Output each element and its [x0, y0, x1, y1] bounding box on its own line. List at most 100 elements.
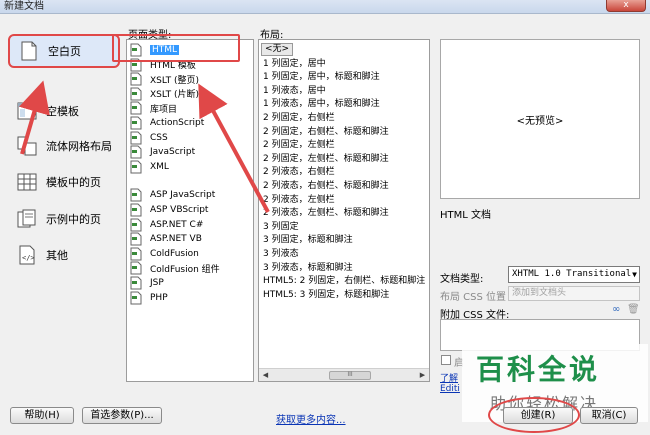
- category-label: 空模板: [46, 105, 79, 118]
- page-type-item[interactable]: XML: [129, 160, 169, 174]
- page-type-item[interactable]: XSLT (片断): [129, 87, 199, 101]
- document-icon: [129, 145, 143, 159]
- layout-item[interactable]: 2 列固定，右侧栏: [263, 111, 335, 125]
- document-icon: [129, 261, 143, 275]
- page-type-item[interactable]: ASP JavaScript: [129, 188, 215, 202]
- preview-caption: HTML 文档: [440, 210, 492, 221]
- category-label: 其他: [46, 249, 68, 262]
- new-document-dialog: 空白页 空模板 流体网格布局 模板中的页 示例中的页 </> 其他 页面类型: …: [0, 14, 650, 435]
- category-other[interactable]: </> 其他: [8, 238, 120, 272]
- page-type-label: ASP.NET C#: [150, 219, 204, 230]
- layout-item[interactable]: 3 列液态: [263, 247, 299, 261]
- layout-item[interactable]: <无>: [261, 43, 294, 56]
- horizontal-scrollbar[interactable]: ◀ III ▶: [259, 368, 429, 381]
- other-icon: </>: [16, 244, 38, 266]
- blank-template-icon: [16, 100, 38, 122]
- title-bar: 新建文档 x: [0, 0, 650, 14]
- html-highlight-annotation: [112, 34, 240, 62]
- page-type-item[interactable]: ColdFusion: [129, 247, 199, 261]
- layout-list[interactable]: HTML5: 3 列固定，标题和脚注 HTML5: 2 列固定，右侧栏、标题和脚注…: [258, 39, 430, 382]
- layout-item[interactable]: 3 列液态，标题和脚注: [263, 261, 353, 275]
- category-label: 空白页: [48, 45, 81, 58]
- page-type-label: PHP: [150, 292, 168, 303]
- enable-checkbox[interactable]: [441, 355, 451, 365]
- page-type-label: ASP JavaScript: [150, 190, 216, 201]
- trash-icon[interactable]: 🗑: [627, 304, 640, 315]
- page-type-item[interactable]: PHP: [129, 291, 168, 305]
- layout-css-label: 布局 CSS 位置: [440, 292, 507, 303]
- page-type-label: ASP.NET VB: [150, 234, 202, 245]
- category-blank-page[interactable]: 空白页: [8, 34, 120, 68]
- scroll-right-icon[interactable]: ▶: [417, 370, 428, 381]
- document-icon: [129, 101, 143, 115]
- layout-item[interactable]: 2 列液态，右侧栏: [263, 165, 335, 179]
- document-icon: [129, 87, 143, 101]
- get-more-content-link[interactable]: 获取更多内容...: [276, 411, 346, 426]
- page-from-template-icon: [16, 171, 38, 193]
- category-label: 示例中的页: [46, 213, 101, 226]
- help-button[interactable]: 帮助(H): [10, 407, 74, 424]
- page-type-item[interactable]: ASP.NET C#: [129, 218, 203, 232]
- layout-item[interactable]: 2 列液态，左侧栏、标题和脚注: [263, 206, 389, 220]
- page-type-label: CSS: [150, 132, 168, 143]
- category-page-from-sample[interactable]: 示例中的页: [8, 202, 120, 236]
- no-preview-text: <无预览>: [516, 115, 564, 127]
- category-blank-template[interactable]: 空模板: [8, 94, 120, 128]
- page-type-item[interactable]: JSP: [129, 276, 164, 290]
- preview-panel: <无预览>: [440, 39, 640, 199]
- document-icon: [129, 291, 143, 305]
- category-page-from-template[interactable]: 模板中的页: [8, 165, 120, 199]
- document-icon: [129, 188, 143, 202]
- page-type-label: ColdFusion: [150, 248, 199, 259]
- page-type-item[interactable]: JavaScript: [129, 145, 195, 159]
- document-icon: [129, 276, 143, 290]
- create-highlight-annotation: [488, 397, 580, 433]
- page-type-label: XML: [150, 161, 169, 172]
- page-type-item[interactable]: ASP.NET VB: [129, 232, 202, 246]
- cancel-button[interactable]: 取消(C): [580, 407, 638, 424]
- layout-item[interactable]: 2 列固定，左侧栏、标题和脚注: [263, 152, 389, 166]
- layout-css-select[interactable]: 添加到文档头: [508, 286, 640, 301]
- close-button[interactable]: x: [606, 0, 646, 12]
- scroll-left-icon[interactable]: ◀: [260, 370, 271, 381]
- page-type-item[interactable]: ColdFusion 组件: [129, 261, 220, 275]
- document-icon: [129, 116, 143, 130]
- layout-item[interactable]: 1 列液态，居中: [263, 84, 326, 98]
- layout-item[interactable]: 1 列固定，居中: [263, 57, 326, 71]
- page-type-label: ASP VBScript: [150, 205, 209, 215]
- category-fluid-grid[interactable]: 流体网格布局: [8, 129, 120, 163]
- document-icon: [129, 160, 143, 174]
- page-type-item[interactable]: ActionScript: [129, 116, 204, 130]
- svg-text:</>: </>: [22, 254, 35, 262]
- preferences-button[interactable]: 首选参数(P)...: [82, 407, 162, 424]
- layout-item[interactable]: 2 列液态，右侧栏、标题和脚注: [263, 179, 389, 193]
- layout-item[interactable]: 1 列固定，居中，标题和脚注: [263, 70, 380, 84]
- document-icon: [129, 247, 143, 261]
- attach-link-icon[interactable]: ∞: [612, 304, 620, 315]
- layout-item[interactable]: HTML5: 2 列固定，右侧栏、标题和脚注: [263, 274, 425, 288]
- layout-item[interactable]: 1 列液态，居中，标题和脚注: [263, 97, 380, 111]
- category-list: 空白页 空模板 流体网格布局 模板中的页 示例中的页 </> 其他: [8, 34, 120, 274]
- watermark-title: 百科全说: [476, 353, 601, 386]
- page-type-label: XSLT (片断): [150, 90, 200, 101]
- layout-css-value: 添加到文档头: [512, 288, 567, 298]
- layout-item[interactable]: 3 列固定，标题和脚注: [263, 233, 353, 247]
- layout-item[interactable]: 2 列液态，左侧栏: [263, 193, 335, 207]
- chevron-down-icon: ▼: [632, 270, 637, 279]
- learn-more-link[interactable]: 了解 Editi: [440, 374, 460, 394]
- page-type-item[interactable]: CSS: [129, 131, 168, 145]
- scroll-thumb[interactable]: III: [329, 371, 371, 380]
- page-from-sample-icon: [16, 208, 38, 230]
- layout-item[interactable]: 2 列固定，左侧栏: [263, 138, 335, 152]
- document-icon: [129, 232, 143, 246]
- layout-item[interactable]: 3 列固定: [263, 220, 299, 234]
- layout-item[interactable]: HTML5: 3 列固定，标题和脚注: [263, 288, 389, 302]
- window-title: 新建文档: [4, 1, 44, 12]
- document-icon: [129, 203, 143, 217]
- doc-type-select[interactable]: XHTML 1.0 Transitional ▼: [508, 266, 640, 283]
- page-type-item[interactable]: XSLT (整页): [129, 72, 199, 86]
- page-type-item[interactable]: ASP VBScript: [129, 203, 208, 217]
- layout-item[interactable]: 2 列固定，右侧栏、标题和脚注: [263, 125, 389, 139]
- page-type-list[interactable]: HTML HTML 模板 XSLT (整页) XSLT (片断) 库项目 ActionSc…: [126, 39, 254, 382]
- page-type-item[interactable]: 库项目: [129, 101, 177, 115]
